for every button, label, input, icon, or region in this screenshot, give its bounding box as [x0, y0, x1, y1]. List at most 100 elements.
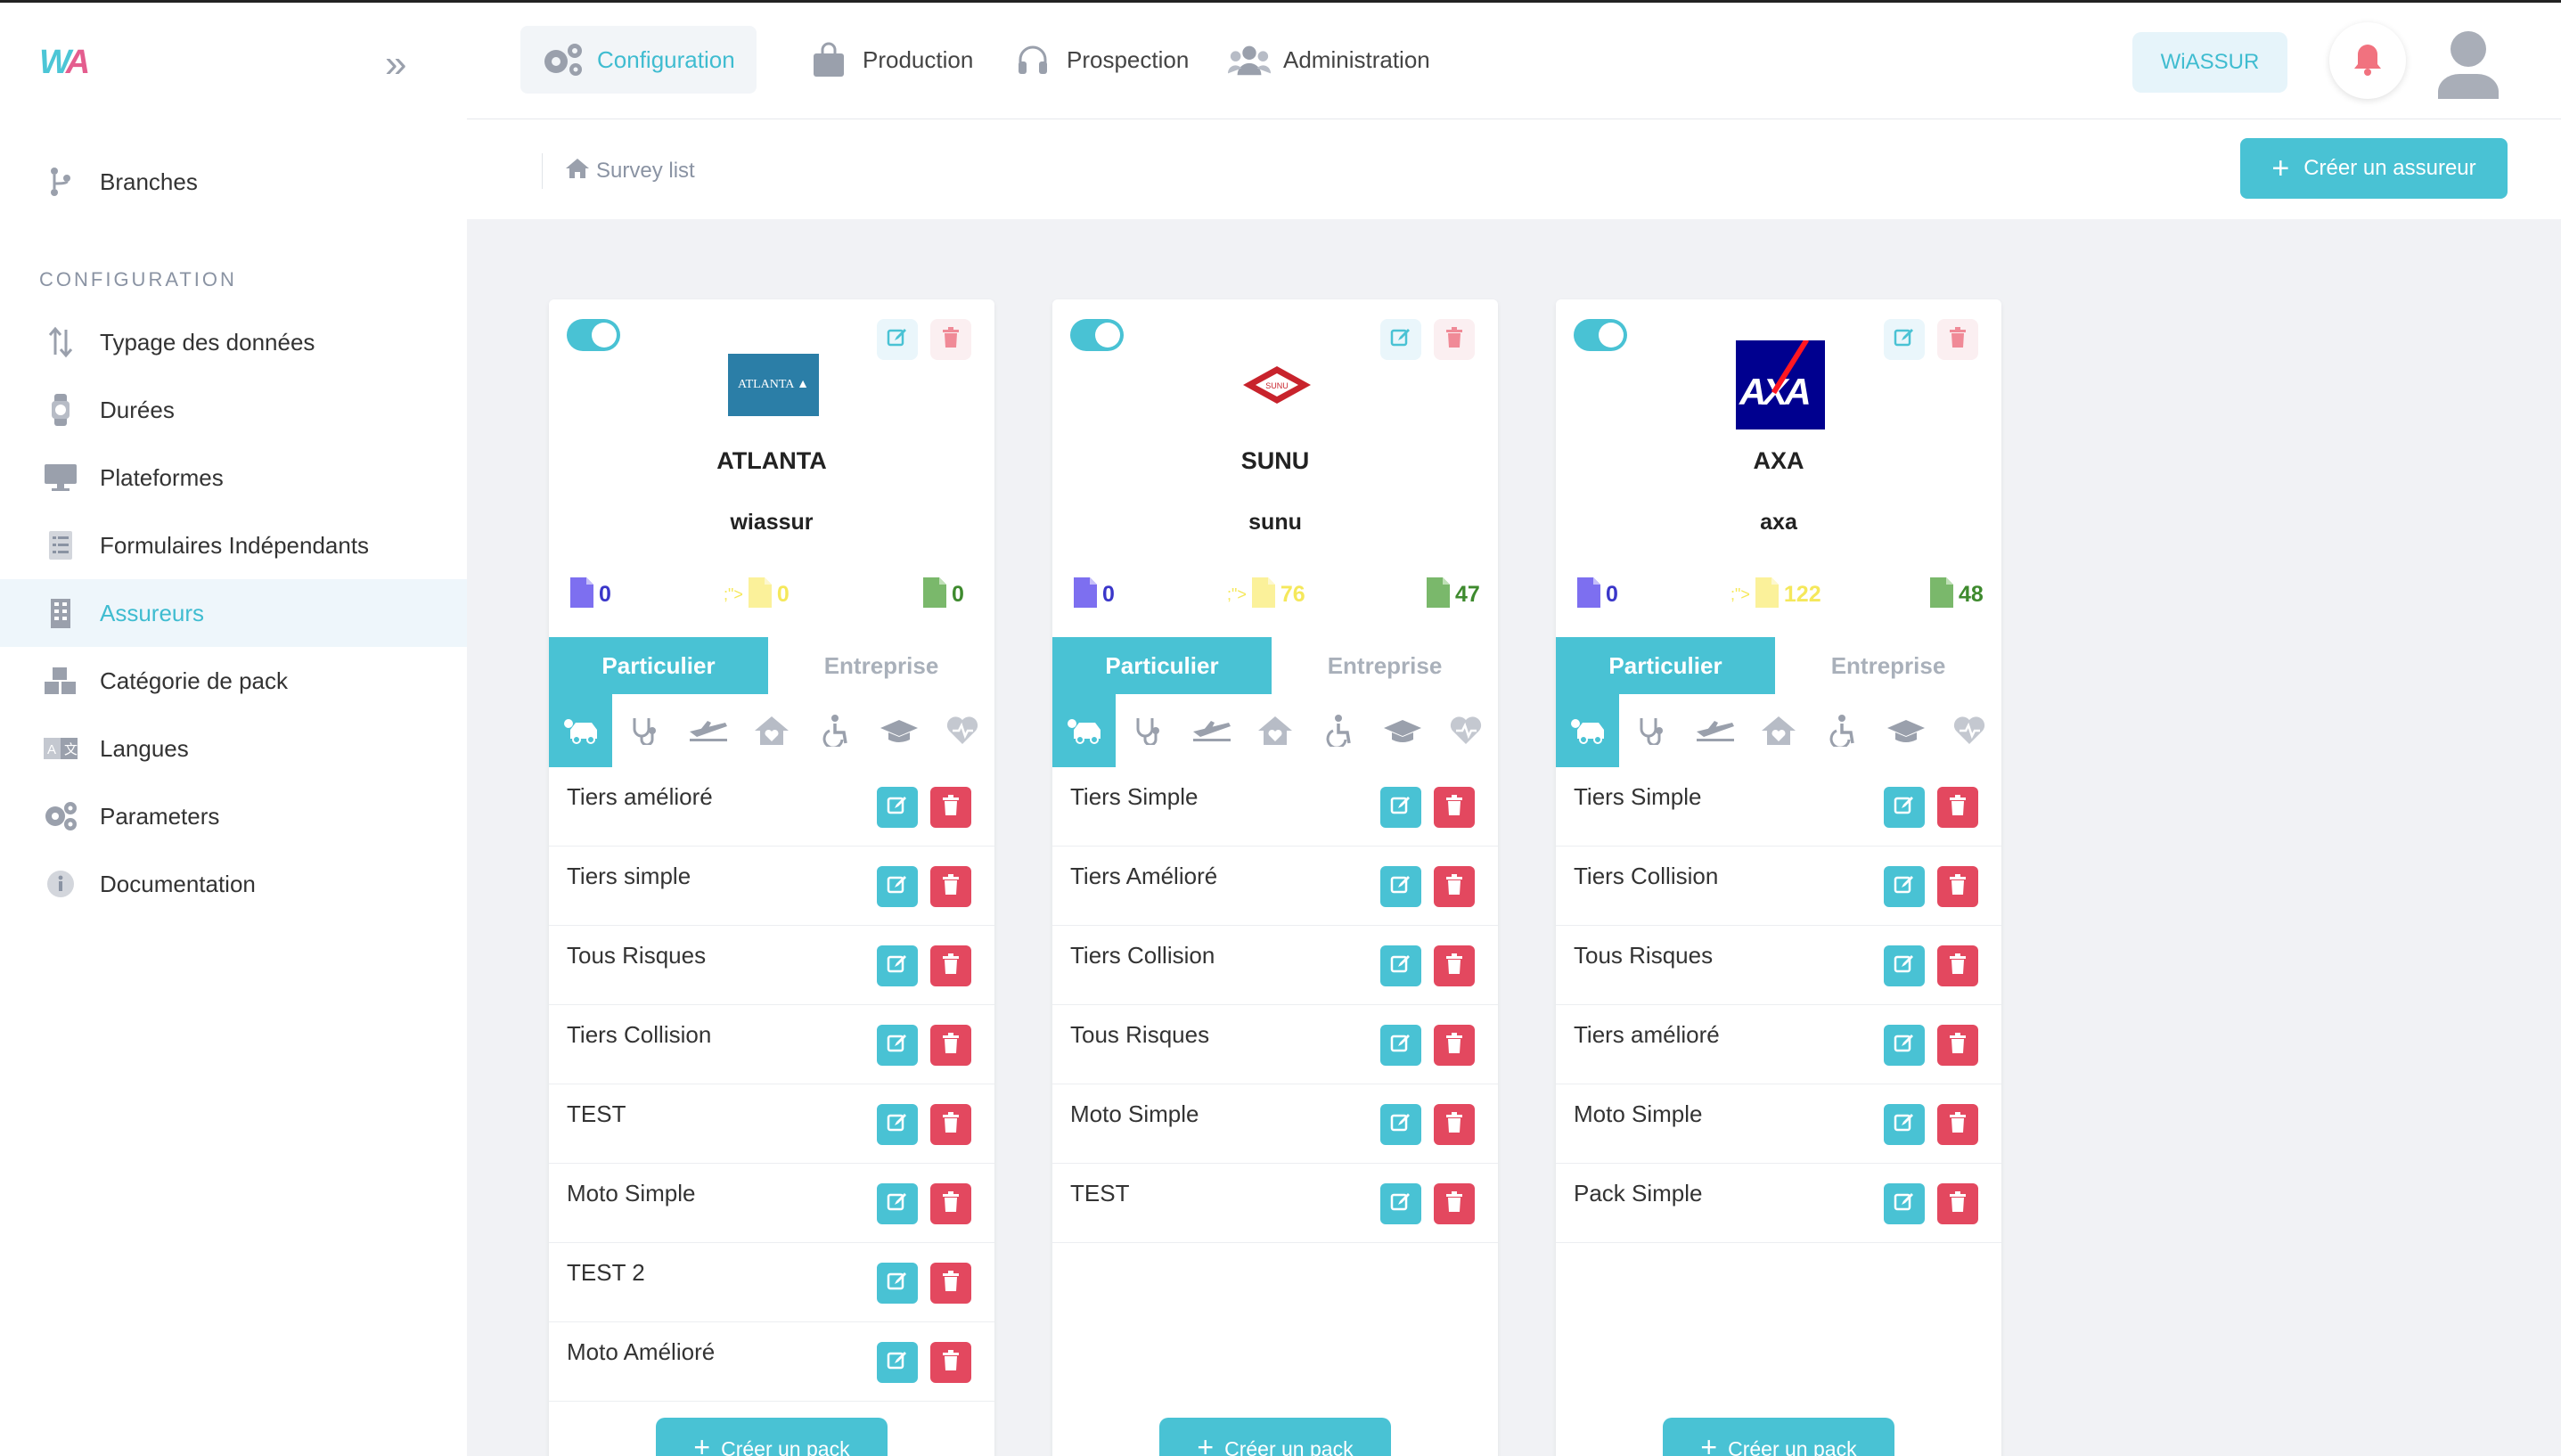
- tab-production[interactable]: Production: [786, 26, 994, 94]
- tab-prospection[interactable]: Prospection: [990, 26, 1210, 94]
- edit-insurer-button[interactable]: [1380, 319, 1421, 360]
- edit-pack-button[interactable]: [1884, 1104, 1925, 1145]
- tab-administration[interactable]: Administration: [1207, 26, 1452, 94]
- delete-pack-button[interactable]: [1434, 866, 1475, 907]
- brand-logo[interactable]: WA: [39, 44, 90, 82]
- car-category-icon[interactable]: [1052, 694, 1117, 767]
- home-category-icon[interactable]: [1243, 694, 1306, 767]
- delete-pack-button[interactable]: [930, 1342, 971, 1383]
- delete-pack-button[interactable]: [1937, 1025, 1978, 1066]
- edit-pack-button[interactable]: [1380, 866, 1421, 907]
- education-category-icon[interactable]: [867, 694, 930, 767]
- life-category-icon[interactable]: [1435, 694, 1498, 767]
- tab-particulier[interactable]: Particulier: [549, 637, 768, 694]
- delete-pack-button[interactable]: [1937, 945, 1978, 986]
- create-pack-button[interactable]: + Créer un pack: [1663, 1418, 1894, 1456]
- edit-pack-button[interactable]: [1380, 1183, 1421, 1224]
- accessibility-category-icon[interactable]: [804, 694, 867, 767]
- delete-pack-button[interactable]: [1434, 1183, 1475, 1224]
- edit-pack-button[interactable]: [877, 1342, 918, 1383]
- create-pack-button[interactable]: + Créer un pack: [1159, 1418, 1391, 1456]
- edit-pack-button[interactable]: [877, 1263, 918, 1304]
- notifications-button[interactable]: [2329, 22, 2406, 99]
- travel-category-icon[interactable]: [1683, 694, 1747, 767]
- delete-insurer-button[interactable]: [1937, 319, 1978, 360]
- active-toggle[interactable]: [1070, 319, 1124, 351]
- edit-pack-button[interactable]: [1884, 1025, 1925, 1066]
- tab-configuration[interactable]: Configuration: [520, 26, 757, 94]
- travel-category-icon[interactable]: [676, 694, 740, 767]
- tab-entreprise[interactable]: Entreprise: [1775, 637, 2001, 694]
- collapse-sidebar-icon[interactable]: »: [385, 42, 406, 86]
- education-category-icon[interactable]: [1874, 694, 1937, 767]
- edit-insurer-button[interactable]: [877, 319, 918, 360]
- edit-pack-button[interactable]: [1380, 787, 1421, 828]
- sidebar-item-branches[interactable]: Branches: [0, 148, 467, 216]
- accessibility-category-icon[interactable]: [1307, 694, 1371, 767]
- delete-pack-button[interactable]: [930, 1025, 971, 1066]
- active-toggle[interactable]: [1574, 319, 1627, 351]
- edit-pack-button[interactable]: [1380, 1025, 1421, 1066]
- tab-particulier[interactable]: Particulier: [1052, 637, 1272, 694]
- life-category-icon[interactable]: [1938, 694, 2001, 767]
- edit-pack-button[interactable]: [1380, 1104, 1421, 1145]
- delete-pack-button[interactable]: [1937, 787, 1978, 828]
- create-insurer-button[interactable]: + Créer un assureur: [2240, 138, 2508, 199]
- sidebar-item-parameters[interactable]: Parameters: [0, 782, 467, 850]
- health-category-icon[interactable]: [1116, 694, 1179, 767]
- travel-category-icon[interactable]: [1180, 694, 1243, 767]
- delete-pack-button[interactable]: [930, 866, 971, 907]
- breadcrumb[interactable]: Survey list: [542, 153, 695, 189]
- create-pack-button[interactable]: + Créer un pack: [656, 1418, 888, 1456]
- delete-pack-button[interactable]: [1937, 1183, 1978, 1224]
- delete-pack-button[interactable]: [930, 1104, 971, 1145]
- delete-pack-button[interactable]: [930, 1183, 971, 1224]
- tab-particulier[interactable]: Particulier: [1556, 637, 1775, 694]
- delete-pack-button[interactable]: [930, 787, 971, 828]
- health-category-icon[interactable]: [1619, 694, 1682, 767]
- edit-pack-button[interactable]: [877, 945, 918, 986]
- edit-pack-button[interactable]: [1380, 945, 1421, 986]
- edit-pack-button[interactable]: [1884, 1183, 1925, 1224]
- delete-insurer-button[interactable]: [930, 319, 971, 360]
- sidebar-item-langues[interactable]: A文 Langues: [0, 715, 467, 782]
- delete-pack-button[interactable]: [1937, 866, 1978, 907]
- accessibility-category-icon[interactable]: [1811, 694, 1874, 767]
- delete-pack-button[interactable]: [1434, 1025, 1475, 1066]
- org-switch-button[interactable]: WiASSUR: [2132, 32, 2287, 93]
- edit-pack-button[interactable]: [1884, 866, 1925, 907]
- car-category-icon[interactable]: [549, 694, 613, 767]
- education-category-icon[interactable]: [1371, 694, 1434, 767]
- edit-pack-button[interactable]: [1884, 787, 1925, 828]
- sidebar-item-formulaires[interactable]: Formulaires Indépendants: [0, 511, 467, 579]
- edit-pack-button[interactable]: [1884, 945, 1925, 986]
- delete-pack-button[interactable]: [1434, 945, 1475, 986]
- delete-pack-button[interactable]: [1434, 787, 1475, 828]
- sidebar-item-typage[interactable]: Typage des données: [0, 308, 467, 376]
- active-toggle[interactable]: [567, 319, 620, 351]
- tab-entreprise[interactable]: Entreprise: [1272, 637, 1498, 694]
- home-category-icon[interactable]: [740, 694, 803, 767]
- sidebar-item-categorie-pack[interactable]: Catégorie de pack: [0, 647, 467, 715]
- sidebar-item-durees[interactable]: Durées: [0, 376, 467, 444]
- health-category-icon[interactable]: [612, 694, 675, 767]
- car-category-icon[interactable]: [1556, 694, 1620, 767]
- edit-insurer-button[interactable]: [1884, 319, 1925, 360]
- sidebar-item-assureurs[interactable]: Assureurs: [0, 579, 467, 647]
- delete-pack-button[interactable]: [1434, 1104, 1475, 1145]
- delete-pack-button[interactable]: [1937, 1104, 1978, 1145]
- edit-pack-button[interactable]: [877, 787, 918, 828]
- delete-pack-button[interactable]: [930, 1263, 971, 1304]
- delete-pack-button[interactable]: [930, 945, 971, 986]
- tab-entreprise[interactable]: Entreprise: [768, 637, 994, 694]
- sidebar-item-documentation[interactable]: Documentation: [0, 850, 467, 918]
- edit-pack-button[interactable]: [877, 1183, 918, 1224]
- edit-pack-button[interactable]: [877, 1025, 918, 1066]
- life-category-icon[interactable]: [931, 694, 994, 767]
- sidebar-item-plateformes[interactable]: Plateformes: [0, 444, 467, 511]
- user-avatar[interactable]: [2431, 24, 2506, 99]
- edit-pack-button[interactable]: [877, 866, 918, 907]
- edit-pack-button[interactable]: [877, 1104, 918, 1145]
- home-category-icon[interactable]: [1747, 694, 1810, 767]
- delete-insurer-button[interactable]: [1434, 319, 1475, 360]
